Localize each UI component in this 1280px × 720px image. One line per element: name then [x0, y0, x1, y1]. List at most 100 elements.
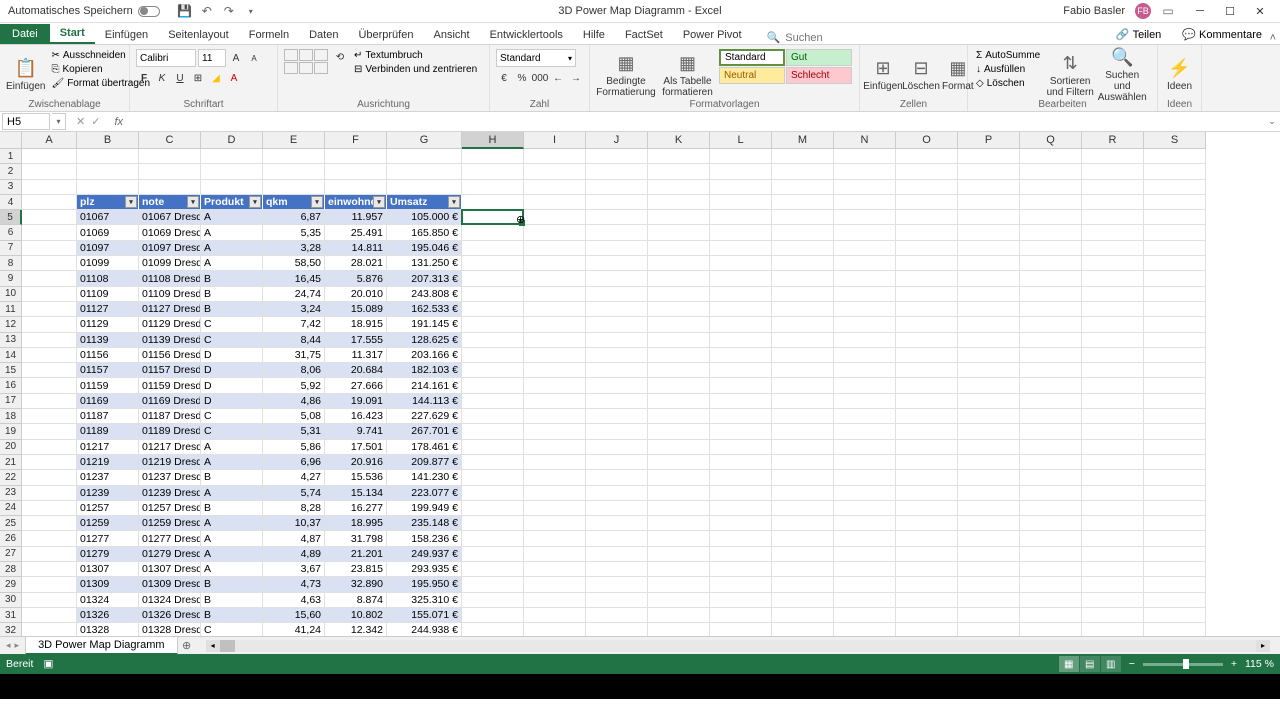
cell-M5[interactable]: [772, 210, 834, 225]
cell-I28[interactable]: [524, 562, 586, 577]
cell-A21[interactable]: [22, 455, 77, 470]
cell-A22[interactable]: [22, 470, 77, 485]
cell-O2[interactable]: [896, 164, 958, 179]
cell-L28[interactable]: [710, 562, 772, 577]
cell-R6[interactable]: [1082, 225, 1144, 240]
cell-C15[interactable]: 01157 Dresd: [139, 363, 201, 378]
wrap-text-button[interactable]: ↵ Textumbruch: [352, 49, 479, 62]
cell-B23[interactable]: 01239: [77, 486, 139, 501]
cell-L14[interactable]: [710, 348, 772, 363]
cell-R9[interactable]: [1082, 271, 1144, 286]
cell-A2[interactable]: [22, 164, 77, 179]
cell-M7[interactable]: [772, 241, 834, 256]
cell-E13[interactable]: 8,44: [263, 333, 325, 348]
cell-M32[interactable]: [772, 623, 834, 636]
cell-R30[interactable]: [1082, 593, 1144, 608]
row-header-21[interactable]: 21: [0, 455, 22, 470]
cell-G26[interactable]: 158.236 €: [387, 531, 462, 546]
cell-D29[interactable]: B: [201, 577, 263, 592]
cell-R25[interactable]: [1082, 516, 1144, 531]
cell-A29[interactable]: [22, 577, 77, 592]
cell-B15[interactable]: 01157: [77, 363, 139, 378]
cell-H25[interactable]: [462, 516, 524, 531]
view-page-layout-button[interactable]: ▤: [1080, 656, 1100, 672]
cell-S30[interactable]: [1144, 593, 1206, 608]
cell-M30[interactable]: [772, 593, 834, 608]
cell-B5[interactable]: 01067: [77, 210, 139, 225]
cell-S31[interactable]: [1144, 608, 1206, 623]
cell-A31[interactable]: [22, 608, 77, 623]
cell-S9[interactable]: [1144, 271, 1206, 286]
cell-N9[interactable]: [834, 271, 896, 286]
cell-F28[interactable]: 23.815: [325, 562, 387, 577]
filter-dropdown-icon[interactable]: ▾: [125, 196, 137, 208]
cell-L15[interactable]: [710, 363, 772, 378]
row-header-11[interactable]: 11: [0, 302, 22, 317]
cell-M19[interactable]: [772, 424, 834, 439]
cell-S24[interactable]: [1144, 501, 1206, 516]
cell-F3[interactable]: [325, 180, 387, 195]
cell-N14[interactable]: [834, 348, 896, 363]
cell-M11[interactable]: [772, 302, 834, 317]
name-box-dropdown[interactable]: ▾: [52, 113, 66, 130]
cell-G30[interactable]: 325.310 €: [387, 593, 462, 608]
cell-D1[interactable]: [201, 149, 263, 164]
filter-dropdown-icon[interactable]: ▾: [373, 196, 385, 208]
row-header-12[interactable]: 12: [0, 317, 22, 332]
align-top-center[interactable]: [299, 49, 313, 61]
cell-E14[interactable]: 31,75: [263, 348, 325, 363]
cell-E31[interactable]: 15,60: [263, 608, 325, 623]
cell-O32[interactable]: [896, 623, 958, 636]
cell-G10[interactable]: 243.808 €: [387, 287, 462, 302]
cell-D10[interactable]: B: [201, 287, 263, 302]
cell-L24[interactable]: [710, 501, 772, 516]
cell-O28[interactable]: [896, 562, 958, 577]
cell-F22[interactable]: 15.536: [325, 470, 387, 485]
cell-N23[interactable]: [834, 486, 896, 501]
cell-J26[interactable]: [586, 531, 648, 546]
cell-N7[interactable]: [834, 241, 896, 256]
cell-F29[interactable]: 32.890: [325, 577, 387, 592]
col-header-A[interactable]: A: [22, 132, 77, 149]
cell-I3[interactable]: [524, 180, 586, 195]
row-header-4[interactable]: 4: [0, 195, 22, 210]
filter-dropdown-icon[interactable]: ▾: [187, 196, 199, 208]
cell-Q10[interactable]: [1020, 287, 1082, 302]
cell-O31[interactable]: [896, 608, 958, 623]
cell-L2[interactable]: [710, 164, 772, 179]
cell-K4[interactable]: [648, 195, 710, 210]
cell-L27[interactable]: [710, 547, 772, 562]
cell-H27[interactable]: [462, 547, 524, 562]
cell-I17[interactable]: [524, 394, 586, 409]
cell-P10[interactable]: [958, 287, 1020, 302]
cell-M3[interactable]: [772, 180, 834, 195]
cell-G22[interactable]: 141.230 €: [387, 470, 462, 485]
cell-J27[interactable]: [586, 547, 648, 562]
border-button[interactable]: ⊞: [190, 70, 206, 86]
cell-R23[interactable]: [1082, 486, 1144, 501]
cell-O27[interactable]: [896, 547, 958, 562]
cell-Q26[interactable]: [1020, 531, 1082, 546]
find-select-button[interactable]: 🔍Suchen und Auswählen: [1098, 49, 1146, 101]
cell-E15[interactable]: 8,06: [263, 363, 325, 378]
cell-S6[interactable]: [1144, 225, 1206, 240]
cell-H24[interactable]: [462, 501, 524, 516]
cell-H30[interactable]: [462, 593, 524, 608]
cell-I2[interactable]: [524, 164, 586, 179]
cell-Q11[interactable]: [1020, 302, 1082, 317]
cell-N4[interactable]: [834, 195, 896, 210]
cell-M1[interactable]: [772, 149, 834, 164]
cell-D5[interactable]: A: [201, 210, 263, 225]
italic-button[interactable]: K: [154, 70, 170, 86]
cell-P31[interactable]: [958, 608, 1020, 623]
cell-D22[interactable]: B: [201, 470, 263, 485]
cell-I29[interactable]: [524, 577, 586, 592]
col-header-K[interactable]: K: [648, 132, 710, 149]
row-header-3[interactable]: 3: [0, 180, 22, 195]
cell-N27[interactable]: [834, 547, 896, 562]
cell-N22[interactable]: [834, 470, 896, 485]
scroll-right-button[interactable]: ▸: [1256, 640, 1270, 652]
cell-K21[interactable]: [648, 455, 710, 470]
cell-L25[interactable]: [710, 516, 772, 531]
cell-J28[interactable]: [586, 562, 648, 577]
